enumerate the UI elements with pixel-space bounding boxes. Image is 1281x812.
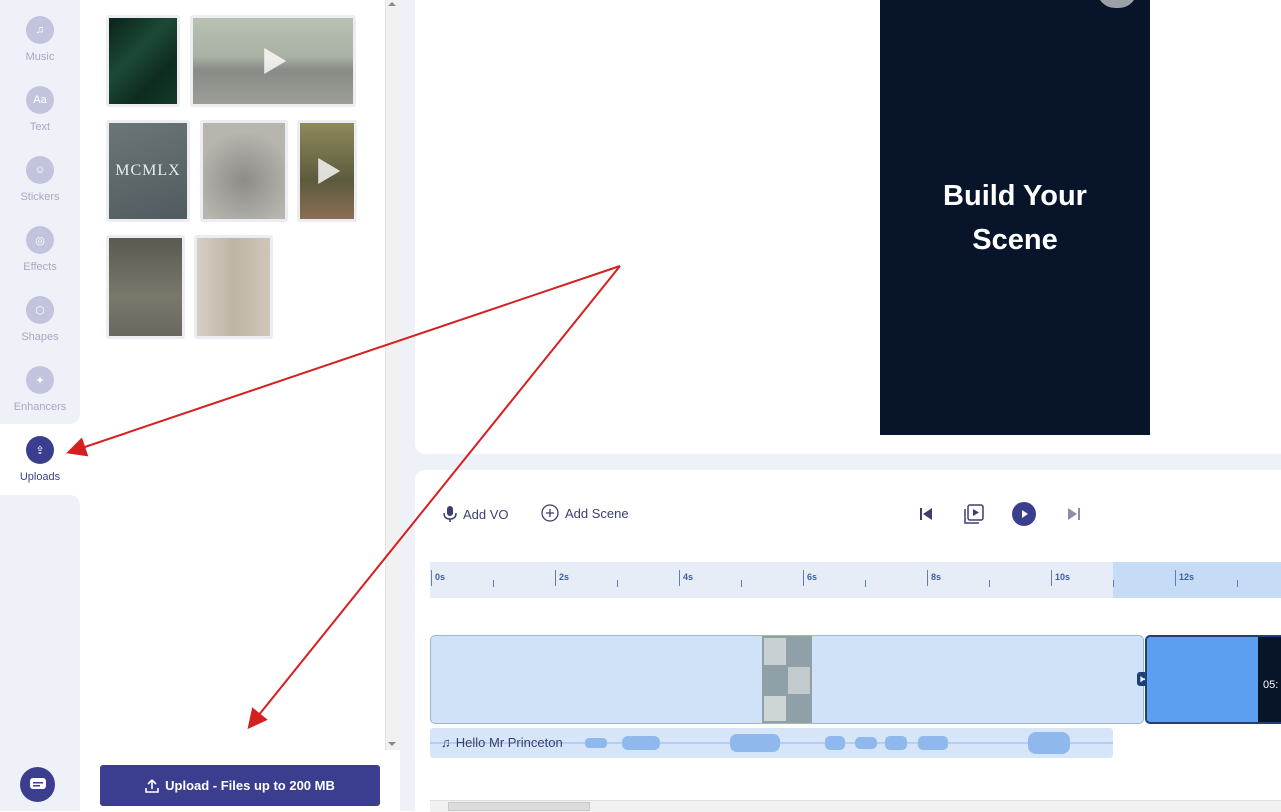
- arrow-to-upload-button: [247, 265, 621, 730]
- annotation-arrows: [66, 265, 621, 730]
- arrow-to-uploads: [66, 265, 621, 457]
